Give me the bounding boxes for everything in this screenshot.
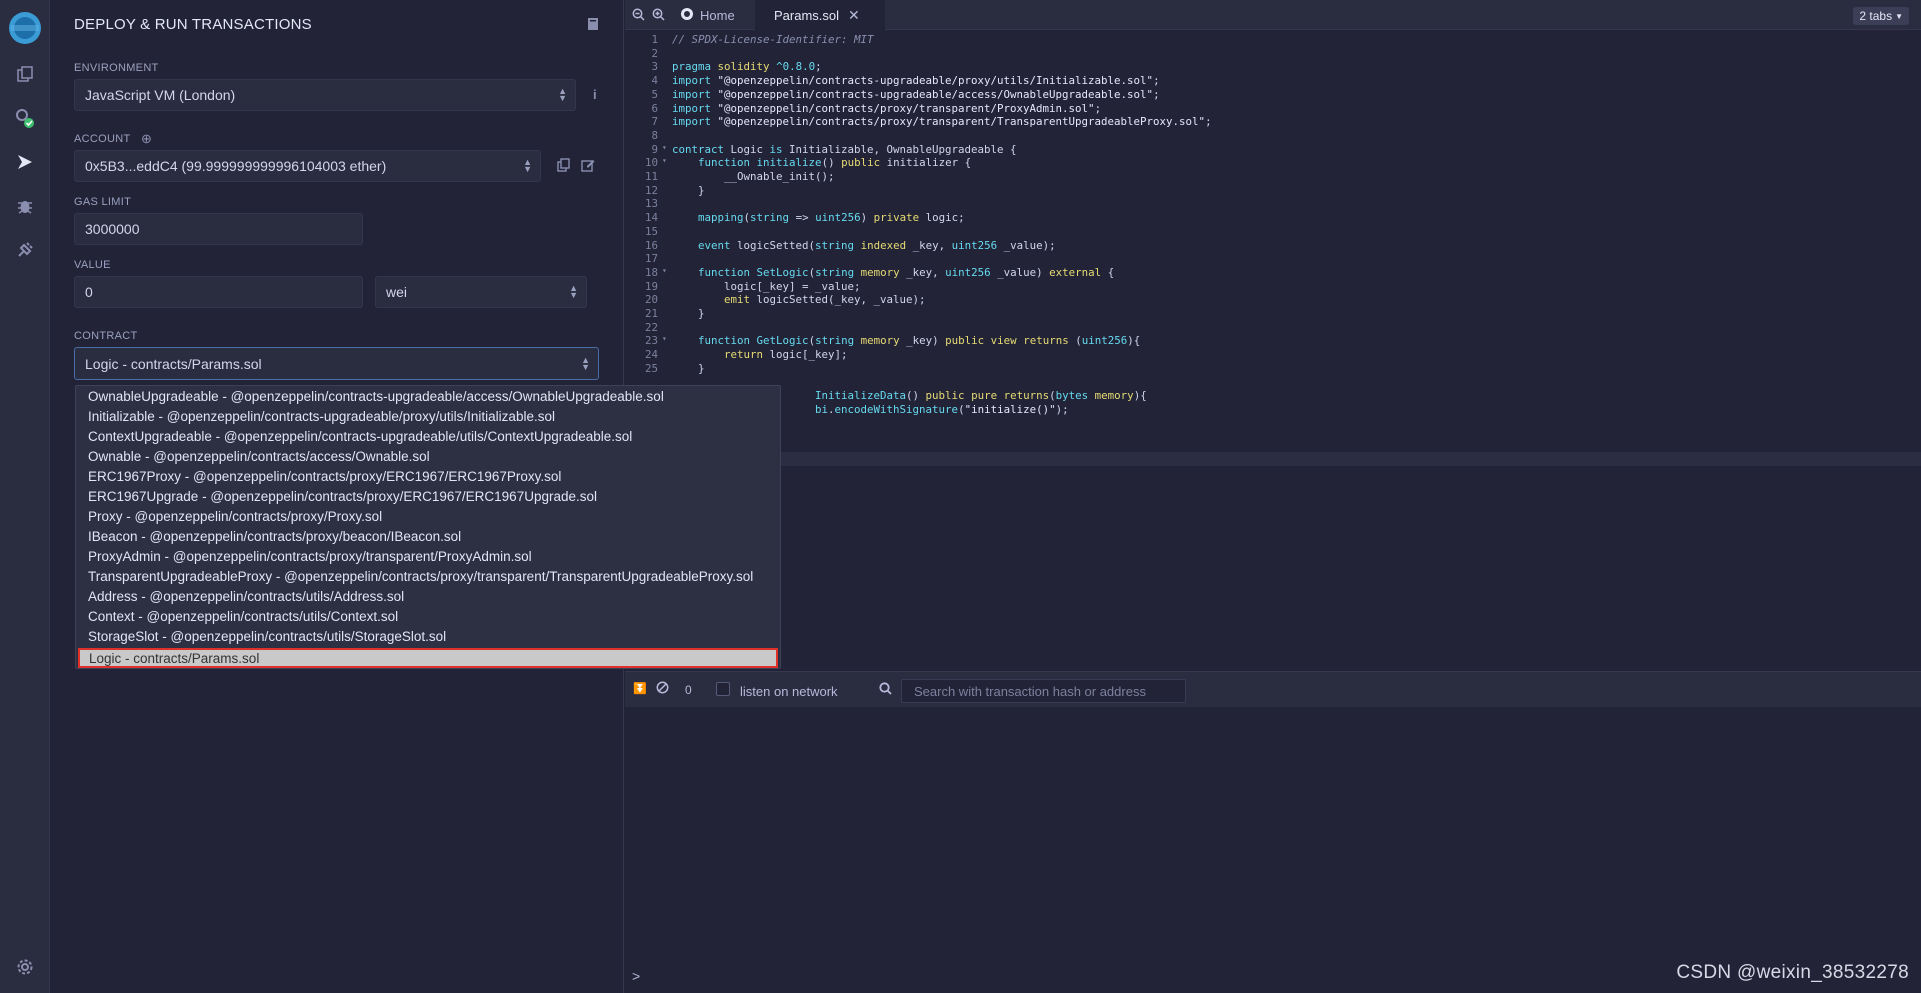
environment-select[interactable]: JavaScript VM (London) ▲ ▼: [74, 79, 576, 111]
line-number: 20: [644, 293, 658, 307]
chevron-down-icon: ▼: [1895, 11, 1903, 21]
value-label: VALUE: [74, 259, 111, 271]
line-number: 6: [651, 101, 658, 115]
contract-option[interactable]: Context - @openzeppelin/contracts/utils/…: [88, 609, 398, 624]
select-caret-icon: ▲ ▼: [569, 283, 578, 300]
value-input[interactable]: 0: [74, 276, 363, 308]
contract-option[interactable]: ProxyAdmin - @openzeppelin/contracts/pro…: [88, 549, 532, 564]
active-line-highlight: [625, 452, 1921, 466]
contract-option[interactable]: IBeacon - @openzeppelin/contracts/proxy/…: [88, 529, 461, 544]
remix-logo-icon[interactable]: [5, 8, 45, 48]
line-number: 21: [644, 307, 658, 320]
line-number: 14: [644, 211, 658, 225]
contract-option[interactable]: Ownable - @openzeppelin/contracts/access…: [88, 449, 430, 464]
line-number: 15: [644, 224, 658, 238]
environment-label: ENVIRONMENT: [74, 62, 159, 74]
contract-option[interactable]: OwnableUpgradeable - @openzeppelin/contr…: [88, 389, 664, 404]
tx-search-input[interactable]: Search with transaction hash or address: [901, 679, 1186, 703]
contract-select[interactable]: Logic - contracts/Params.sol ▲ ▼: [74, 347, 599, 380]
line-number: 23: [644, 334, 658, 348]
remix-home-icon: [680, 7, 694, 24]
line-number: 22: [644, 320, 658, 334]
contract-option[interactable]: ContextUpgradeable - @openzeppelin/contr…: [88, 429, 632, 444]
select-caret-icon: ▲ ▼: [558, 86, 567, 103]
select-caret-icon: ▲ ▼: [581, 354, 590, 372]
line-number: 11: [644, 170, 658, 183]
close-tab-icon[interactable]: ✕: [848, 7, 860, 24]
edit-icon[interactable]: [581, 158, 595, 175]
line-number: 12: [644, 183, 658, 197]
tab-params-label: Params.sol: [774, 7, 840, 23]
clear-console-icon[interactable]: [656, 681, 669, 697]
line-number: 4: [651, 74, 658, 88]
value-unit: wei: [386, 284, 408, 300]
line-number: 16: [644, 238, 658, 252]
listen-network-checkbox[interactable]: [716, 682, 730, 696]
line-number: 9: [651, 142, 658, 156]
contract-option[interactable]: Proxy - @openzeppelin/contracts/proxy/Pr…: [88, 509, 382, 524]
terminal-prompt[interactable]: >: [632, 968, 640, 984]
line-number: 17: [644, 252, 658, 266]
gas-limit-input[interactable]: 3000000: [74, 213, 363, 245]
environment-value: JavaScript VM (London): [85, 87, 236, 103]
icon-rail: [0, 0, 50, 993]
line-number: 5: [651, 87, 658, 101]
gas-limit-label: GAS LIMIT: [74, 196, 132, 208]
plugin-manager-icon[interactable]: [13, 238, 37, 262]
remix-ide: DEPLOY & RUN TRANSACTIONS ENVIRONMENT Ja…: [0, 0, 1921, 993]
line-number: 1: [651, 33, 658, 46]
account-value: 0x5B3...eddC4 (99.999999999996104003 eth…: [85, 158, 387, 174]
tab-home[interactable]: Home: [672, 0, 743, 30]
panel-title: DEPLOY & RUN TRANSACTIONS: [74, 16, 312, 33]
settings-gear-icon[interactable]: [13, 955, 37, 979]
listen-network-label: listen on network: [740, 684, 838, 699]
docs-book-icon[interactable]: [587, 17, 599, 34]
search-icon: [879, 682, 892, 698]
line-number: 7: [651, 115, 658, 129]
select-caret-icon: ▲ ▼: [523, 157, 532, 174]
file-explorer-icon[interactable]: [13, 62, 37, 86]
debugger-icon[interactable]: [13, 194, 37, 218]
editor-tab-bar: Home Params.sol ✕ 2 tabs ▼: [625, 0, 1921, 30]
line-number: 8: [651, 128, 658, 142]
zoom-in-icon[interactable]: [652, 8, 665, 24]
tab-home-label: Home: [700, 7, 735, 23]
contract-option[interactable]: StorageSlot - @openzeppelin/contracts/ut…: [88, 629, 446, 644]
line-number: 13: [644, 197, 658, 211]
terminal-toolbar: ⏬ 0 listen on network Search with transa…: [625, 671, 1921, 707]
line-number: 10: [644, 156, 658, 170]
line-number: 18: [644, 265, 658, 279]
contract-value: Logic - contracts/Params.sol: [85, 355, 262, 372]
watermark: CSDN @weixin_38532278: [1676, 962, 1909, 983]
code-editor[interactable]: 1// SPDX-License-Identifier: MIT 2 3 prag…: [625, 31, 1921, 671]
add-account-plus-icon[interactable]: ⊕: [141, 131, 152, 147]
value-unit-select[interactable]: wei ▲ ▼: [375, 276, 587, 308]
contract-option[interactable]: ERC1967Upgrade - @openzeppelin/contracts…: [88, 489, 597, 504]
line-number: 2: [651, 46, 658, 60]
account-select[interactable]: 0x5B3...eddC4 (99.999999999996104003 eth…: [74, 150, 541, 182]
editor-area: Home Params.sol ✕ 2 tabs ▼ 1// SPDX-Lice…: [625, 0, 1921, 993]
zoom-out-icon[interactable]: [632, 8, 645, 24]
line-number: 19: [644, 279, 658, 293]
account-label: ACCOUNT: [74, 133, 131, 145]
contract-option[interactable]: ERC1967Proxy - @openzeppelin/contracts/p…: [88, 469, 561, 484]
line-number: 3: [651, 60, 658, 74]
contract-option[interactable]: Initializable - @openzeppelin/contracts-…: [88, 409, 555, 424]
tabs-count: 2 tabs: [1859, 9, 1893, 23]
line-number: 24: [644, 348, 658, 362]
copy-icon[interactable]: [557, 158, 570, 175]
deploy-run-icon[interactable]: [13, 150, 37, 174]
collapse-terminal-icon[interactable]: ⏬: [633, 682, 647, 695]
pending-tx-count: 0: [685, 683, 692, 697]
contract-option[interactable]: TransparentUpgradeableProxy - @openzeppe…: [88, 569, 753, 584]
contract-label: CONTRACT: [74, 330, 138, 342]
contract-option[interactable]: Address - @openzeppelin/contracts/utils/…: [88, 589, 404, 604]
line-number: 25: [644, 361, 658, 375]
contract-option-selected[interactable]: Logic - contracts/Params.sol: [78, 648, 778, 668]
info-icon[interactable]: i: [593, 87, 597, 102]
tab-params-sol[interactable]: Params.sol ✕: [755, 0, 885, 30]
tabs-count-badge[interactable]: 2 tabs ▼: [1853, 7, 1909, 25]
contract-dropdown-list: OwnableUpgradeable - @openzeppelin/contr…: [75, 385, 781, 669]
compiler-icon[interactable]: [13, 106, 37, 130]
